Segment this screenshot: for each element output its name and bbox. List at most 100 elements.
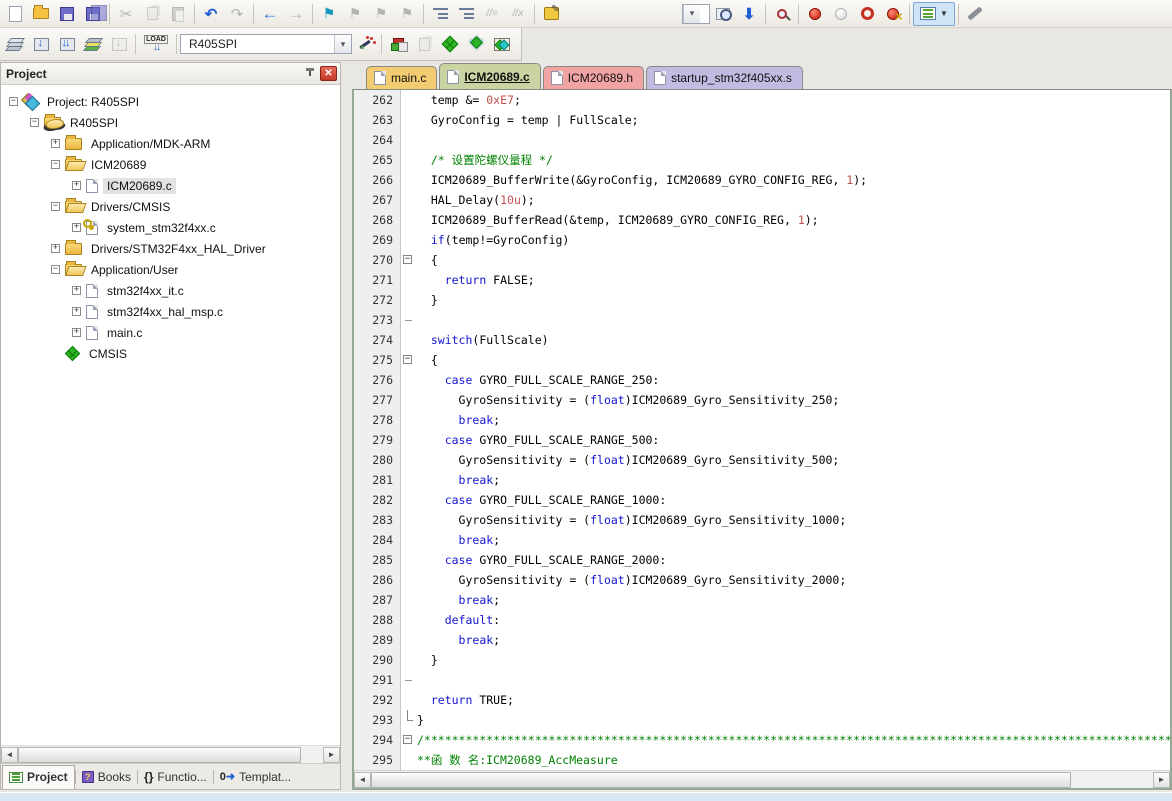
tree-item-drivers-stm32f4xx-hal-driver[interactable]: + Drivers/STM32F4xx_HAL_Driver (1, 238, 340, 259)
breakpoint-kill-all-button[interactable] (880, 2, 906, 26)
scroll-thumb[interactable] (371, 771, 1071, 788)
select-software-packs-button[interactable] (463, 32, 489, 56)
find-in-files-button[interactable] (710, 2, 736, 26)
open-button[interactable] (28, 2, 54, 26)
collapse-icon[interactable]: − (30, 118, 39, 127)
line-number: 287 (372, 593, 393, 607)
editor-tab-startup-stm32f405xx-s[interactable]: startup_stm32f405xx.s (646, 66, 803, 89)
fold-tick-icon[interactable] (401, 670, 417, 690)
navigate-forward-button[interactable]: → (283, 2, 309, 26)
scroll-thumb[interactable] (18, 746, 301, 763)
fold-tick-icon[interactable] (401, 310, 417, 330)
expand-icon[interactable]: + (51, 244, 60, 253)
expand-icon[interactable]: + (72, 328, 81, 337)
editor-tab-icm20689-h[interactable]: ICM20689.h (542, 66, 645, 89)
expand-icon[interactable]: + (72, 181, 81, 190)
indent-button[interactable] (453, 2, 479, 26)
pin-icon[interactable] (304, 67, 316, 80)
collapse-icon[interactable]: − (51, 160, 60, 169)
panel-tab-functio[interactable]: {} Functio... (138, 765, 213, 789)
stop-build-button[interactable] (106, 32, 132, 56)
save-all-button[interactable] (80, 2, 107, 26)
editor-tab-main-c[interactable]: main.c (366, 66, 438, 89)
build-button[interactable] (28, 32, 54, 56)
download-button[interactable]: LOAD ↓↓ (139, 32, 173, 56)
cut-button[interactable]: ✂ (113, 2, 139, 26)
breakpoint-toggle-button[interactable] (802, 2, 828, 26)
expand-icon[interactable]: + (72, 307, 81, 316)
editor-tab-icm20689-c[interactable]: ICM20689.c (439, 63, 541, 89)
tree-item-r405spi[interactable]: − R405SPI (1, 112, 340, 133)
fold-open-icon[interactable]: − (401, 250, 417, 270)
fold-end-icon[interactable] (401, 710, 417, 730)
paste-button[interactable] (165, 2, 191, 26)
tree-item-stm32f4xx-it-c[interactable]: + stm32f4xx_it.c (1, 280, 340, 301)
tree-item-system-stm32f4xx-c[interactable]: + system_stm32f4xx.c (1, 217, 340, 238)
collapse-icon[interactable]: − (51, 265, 60, 274)
batch-build-button[interactable] (80, 32, 106, 56)
pack-installer-button[interactable] (489, 32, 515, 56)
new-file-button[interactable] (2, 2, 28, 26)
tree-item-main-c[interactable]: + main.c (1, 322, 340, 343)
line-number: 263 (372, 113, 393, 127)
project-panel-hscrollbar[interactable]: ◄ ► (1, 745, 340, 763)
tree-item-project-r405spi[interactable]: − Project: R405SPI (1, 91, 340, 112)
find-combobox[interactable]: ▾ (682, 3, 710, 24)
incremental-find-button[interactable]: ⬇ (736, 2, 762, 26)
redo-button[interactable]: ↷ (224, 2, 250, 26)
editor-hscrollbar[interactable]: ◄ ► (354, 770, 1170, 788)
bookmark-toggle-button[interactable]: ⚑ (316, 2, 342, 26)
scroll-right-icon[interactable]: ► (1153, 771, 1170, 788)
panel-splitter[interactable] (341, 62, 352, 790)
find-button[interactable] (769, 2, 795, 26)
bookmark-previous-button[interactable]: ⚑ (342, 2, 368, 26)
uncomment-selection-button[interactable]: //x (505, 2, 531, 26)
line-number: 281 (372, 473, 393, 487)
file-icon (374, 71, 386, 85)
tools-button[interactable] (962, 2, 988, 26)
undo-button[interactable]: ↶ (198, 2, 224, 26)
close-icon[interactable]: ✕ (320, 66, 337, 81)
bookmark-clear-all-button[interactable]: ⚑ (394, 2, 420, 26)
scroll-right-icon[interactable]: ► (323, 746, 340, 763)
configure-button[interactable] (538, 2, 564, 26)
fold-open-icon[interactable]: − (401, 350, 417, 370)
manage-books-button[interactable] (411, 32, 437, 56)
translate-button[interactable] (2, 32, 28, 56)
manage-run-time-environment-button[interactable] (437, 32, 463, 56)
tree-item-drivers-cmsis[interactable]: − Drivers/CMSIS (1, 196, 340, 217)
project-windows-button[interactable]: ▼ (913, 1, 955, 26)
tree-item-stm32f4xx-hal-msp-c[interactable]: + stm32f4xx_hal_msp.c (1, 301, 340, 322)
collapse-icon[interactable]: − (51, 202, 60, 211)
options-for-target-button[interactable] (352, 32, 378, 56)
unindent-button[interactable] (427, 2, 453, 26)
comment-selection-button[interactable]: //≡ (479, 2, 505, 26)
tree-item-icm20689[interactable]: − ICM20689 (1, 154, 340, 175)
panel-tab-project[interactable]: Project (2, 764, 75, 789)
tree-item-application-user[interactable]: − Application/User (1, 259, 340, 280)
manage-project-items-button[interactable] (385, 32, 411, 56)
tree-item-application-mdk-arm[interactable]: + Application/MDK-ARM (1, 133, 340, 154)
back-arrow-icon: ← (261, 3, 279, 23)
breakpoint-disable-all-button[interactable] (854, 2, 880, 26)
navigate-back-button[interactable]: ← (257, 2, 283, 26)
collapse-icon[interactable]: − (9, 97, 18, 106)
panel-tab-books[interactable]: ? Books (76, 765, 137, 789)
tree-item-icm20689-c[interactable]: + ICM20689.c (1, 175, 340, 196)
bookmark-next-button[interactable]: ⚑ (368, 2, 394, 26)
panel-tab-templat[interactable]: 0➜ Templat... (214, 765, 297, 789)
copy-button[interactable] (139, 2, 165, 26)
breakpoint-enable-disable-button[interactable] (828, 2, 854, 26)
expand-icon[interactable]: + (72, 286, 81, 295)
rebuild-button[interactable] (54, 32, 80, 56)
scroll-left-icon[interactable]: ◄ (1, 746, 18, 763)
expand-icon[interactable]: + (72, 223, 81, 232)
tree-item-cmsis[interactable]: CMSIS (1, 343, 340, 364)
fold-open-icon[interactable]: − (401, 730, 417, 750)
scroll-left-icon[interactable]: ◄ (354, 771, 371, 788)
target-select[interactable]: R405SPI ▾ (180, 34, 352, 54)
expand-icon[interactable]: + (51, 139, 60, 148)
save-button[interactable] (54, 2, 80, 26)
code-editor[interactable]: 262 temp &= 0xE7; 263 GyroConfig = temp |… (354, 90, 1170, 770)
code-line-288: 288 default: (354, 610, 1170, 630)
